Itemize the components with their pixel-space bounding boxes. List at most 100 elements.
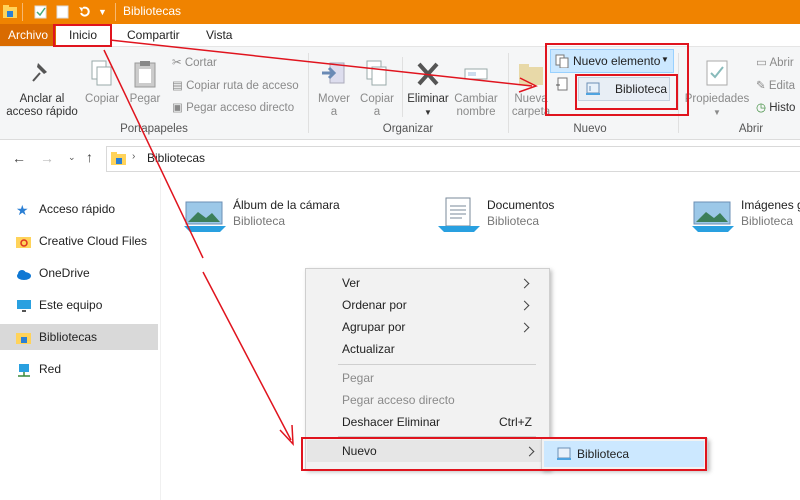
rename-button[interactable]: Cambiar nombre: [452, 59, 500, 119]
submenu-item-library[interactable]: Biblioteca: [544, 441, 704, 467]
menu-item-group-by[interactable]: Agrupar por: [342, 316, 542, 338]
group-nuevo: Nuevo: [573, 123, 607, 135]
properties-chevron-icon: ▼: [713, 108, 721, 117]
nav-label: Red: [39, 362, 62, 376]
undo-icon[interactable]: [78, 5, 91, 19]
nav-item-this-pc[interactable]: Este equipo: [16, 292, 158, 318]
copy-icon: [91, 60, 112, 86]
library-tile-camera[interactable]: Álbum de la cámara Biblioteca: [180, 194, 380, 238]
library-tile-images[interactable]: Imágenes g Biblioteca: [688, 194, 800, 238]
properties-icon[interactable]: [34, 5, 47, 19]
libraries-folder-icon: [16, 332, 31, 344]
paste-icon: [134, 61, 156, 88]
properties-button[interactable]: Propiedades ▼: [682, 59, 752, 119]
paste-button[interactable]: Pegar: [126, 59, 164, 106]
paste-shortcut-label: Pegar acceso directo: [186, 102, 295, 114]
annotation-arrow-line: [202, 271, 292, 441]
folder-library-icon: [3, 5, 17, 18]
copy-button[interactable]: Copiar: [84, 59, 120, 106]
nav-item-network[interactable]: Red: [16, 356, 158, 382]
menu-item-undo-delete[interactable]: Deshacer Eliminar Ctrl+Z: [342, 411, 542, 433]
menu-item-new[interactable]: Nuevo: [307, 440, 547, 462]
new-folder-label-1: Nueva: [514, 93, 548, 105]
nav-item-quick-access[interactable]: ★ Acceso rápido: [16, 196, 158, 222]
ribbon-separator: [308, 53, 309, 133]
move-to-button[interactable]: Mover a: [314, 59, 354, 119]
annotation-arrowhead: [279, 424, 294, 447]
move-to-icon: [322, 62, 345, 84]
delete-button[interactable]: Eliminar ▼: [404, 59, 452, 119]
new-library-label: Biblioteca: [615, 82, 668, 96]
new-folder-label-2: carpeta: [511, 106, 551, 118]
menu-item-paste-shortcut[interactable]: Pegar acceso directo: [342, 389, 542, 411]
easy-access-icon[interactable]: [556, 77, 570, 93]
nav-label: Acceso rápido: [39, 202, 116, 216]
new-folder-icon: [519, 64, 543, 85]
properties-label: Propiedades: [684, 93, 750, 105]
forward-arrow-icon[interactable]: →: [40, 150, 54, 166]
group-abrir: Abrir: [738, 123, 764, 135]
nav-item-creative-cloud[interactable]: Creative Cloud Files: [16, 228, 158, 254]
back-arrow-icon[interactable]: ←: [12, 150, 26, 166]
new-folder-button[interactable]: Nueva carpeta: [510, 59, 552, 119]
tab-inicio[interactable]: Inicio: [60, 24, 106, 46]
scissors-icon: ✂: [172, 57, 182, 69]
recent-locations-chevron-icon[interactable]: ⌄: [68, 152, 76, 163]
tab-compartir[interactable]: Compartir: [118, 24, 189, 46]
new-library-menu-item[interactable]: Biblioteca: [578, 77, 670, 101]
copy-path-button[interactable]: ▤ Copiar ruta de acceso: [172, 78, 299, 92]
address-bar[interactable]: › Bibliotecas: [106, 146, 800, 172]
group-portapapeles: Portapapeles: [120, 123, 188, 135]
menu-separator: [338, 436, 536, 437]
history-label: Histo: [769, 102, 796, 114]
pin-quick-access-button[interactable]: Anclar al acceso rápido: [4, 59, 80, 119]
up-arrow-icon[interactable]: ↑: [86, 149, 93, 165]
tab-vista[interactable]: Vista: [197, 24, 241, 46]
copy-path-icon: ▤: [172, 80, 183, 92]
move-to-label-1: Mover: [318, 93, 350, 105]
rename-label-2: nombre: [456, 106, 496, 118]
pin-label-1: Anclar al: [19, 93, 65, 105]
menu-label: Ver: [342, 276, 361, 290]
title-bar: ▼ Bibliotecas: [0, 0, 800, 24]
new-item-chevron-icon: ▼: [661, 55, 669, 64]
menu-item-refresh[interactable]: Actualizar: [342, 338, 542, 360]
paste-shortcut-button[interactable]: ▣ Pegar acceso directo: [172, 100, 294, 114]
edit-icon: ✎: [756, 80, 766, 92]
delete-chevron-icon: ▼: [424, 108, 432, 117]
new-file-icon[interactable]: [56, 5, 69, 19]
group-organizar: Organizar: [382, 123, 434, 135]
copy-to-label-2: a: [373, 106, 381, 118]
library-tile-documents[interactable]: Documentos Biblioteca: [434, 194, 634, 238]
edit-button[interactable]: ✎ Edita: [756, 78, 795, 92]
menu-label: Ordenar por: [342, 298, 407, 312]
library-name: Álbum de la cámara: [233, 198, 340, 212]
nav-item-onedrive[interactable]: OneDrive: [16, 260, 158, 286]
copy-to-button[interactable]: Copiar a: [356, 59, 398, 119]
customize-toolbar-icon[interactable]: ▼: [98, 7, 107, 17]
cloud-icon: [17, 269, 31, 280]
cut-label: Cortar: [184, 57, 217, 69]
menu-item-view[interactable]: Ver: [342, 272, 542, 294]
cut-button[interactable]: ✂ Cortar: [172, 55, 217, 69]
nav-label: OneDrive: [39, 266, 90, 280]
history-button[interactable]: ◷ Histo: [756, 100, 795, 114]
copy-to-label-1: Copiar: [360, 93, 394, 105]
breadcrumb-path[interactable]: Bibliotecas: [147, 151, 205, 165]
nav-item-libraries[interactable]: Bibliotecas: [0, 324, 158, 350]
copy-to-icon: [366, 60, 387, 86]
new-item-label: Nuevo elemento: [573, 54, 661, 68]
menu-item-paste[interactable]: Pegar: [342, 367, 542, 389]
menu-separator: [338, 364, 536, 365]
open-button[interactable]: ▭ Abrir: [756, 55, 794, 69]
open-label: Abrir: [769, 57, 794, 69]
breadcrumb-separator-icon: ›: [132, 151, 136, 162]
menu-label: Agrupar por: [342, 320, 406, 334]
paste-label: Pegar: [129, 93, 161, 105]
new-submenu: Biblioteca: [541, 438, 708, 470]
tab-archivo[interactable]: Archivo: [0, 24, 57, 46]
new-item-button[interactable]: Nuevo elemento ▼: [550, 49, 674, 73]
address-row: ← → ⌄ ↑ › Bibliotecas: [0, 140, 800, 178]
menu-item-sort-by[interactable]: Ordenar por: [342, 294, 542, 316]
delete-x-icon: [417, 62, 439, 86]
